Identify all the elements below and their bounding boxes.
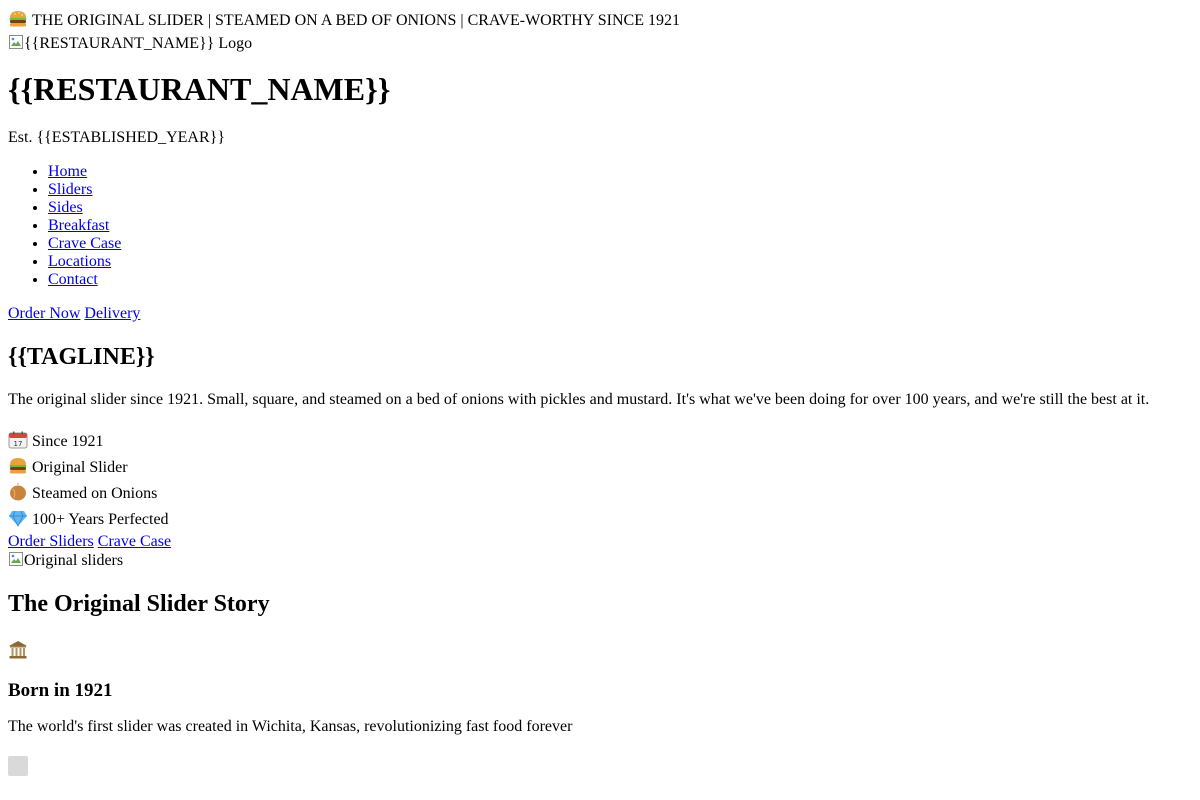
nav-link-crave-case[interactable]: Crave Case	[48, 235, 121, 252]
broken-image-icon	[8, 34, 24, 50]
feature-since: 17 Since 1921	[8, 429, 1192, 455]
order-now-link[interactable]: Order Now	[8, 305, 80, 322]
header-cta-row: Order Now Delivery	[8, 305, 1192, 323]
logo-alt-text: {{RESTAURANT_NAME}} Logo	[24, 35, 253, 52]
nav-link-home[interactable]: Home	[48, 163, 87, 180]
hero-image: Original sliders	[8, 551, 1192, 570]
hero-description: The original slider since 1921. Small, s…	[8, 391, 1150, 408]
nav-item-sliders: Sliders	[48, 181, 1192, 199]
crave-case-link[interactable]: Crave Case	[98, 533, 171, 550]
established-year: Est. {{ESTABLISHED_YEAR}}	[8, 129, 225, 146]
nav-item-home: Home	[48, 163, 1192, 181]
story-title: The Original Slider Story	[8, 591, 270, 617]
broken-image-icon	[8, 551, 24, 567]
nav-item-locations: Locations	[48, 253, 1192, 271]
onion-icon	[8, 483, 28, 501]
nav-item-contact: Contact	[48, 271, 1192, 289]
hero-image-alt: Original sliders	[24, 552, 124, 569]
nav-link-contact[interactable]: Contact	[48, 271, 98, 288]
nav-link-sliders[interactable]: Sliders	[48, 181, 92, 198]
nav-item-crave-case: Crave Case	[48, 235, 1192, 253]
burger-icon	[8, 457, 28, 475]
nav-link-breakfast[interactable]: Breakfast	[48, 217, 109, 234]
nav-item-sides: Sides	[48, 199, 1192, 217]
placeholder-box	[8, 756, 28, 776]
feature-text: Steamed on Onions	[32, 485, 158, 502]
logo: {{RESTAURANT_NAME}} Logo	[8, 34, 1192, 52]
order-sliders-link[interactable]: Order Sliders	[8, 533, 94, 550]
feature-text: Since 1921	[32, 433, 104, 450]
burger-icon	[8, 10, 28, 28]
nav-link-locations[interactable]: Locations	[48, 253, 111, 270]
delivery-link[interactable]: Delivery	[84, 305, 140, 322]
svg-text:17: 17	[14, 440, 23, 448]
restaurant-name: {{RESTAURANT_NAME}}	[8, 71, 391, 107]
story-card-text: The world's first slider was created in …	[8, 718, 573, 735]
feature-text: 100+ Years Perfected	[32, 511, 169, 528]
nav-link-sides[interactable]: Sides	[48, 199, 83, 216]
feature-years-perfected: 100+ Years Perfected	[8, 507, 1192, 533]
feature-original-slider: Original Slider	[8, 455, 1192, 481]
nav-item-breakfast: Breakfast	[48, 217, 1192, 235]
main-nav: Home Sliders Sides Breakfast Crave Case …	[8, 163, 1192, 289]
announcement-bar: THE ORIGINAL SLIDER | STEAMED ON A BED O…	[8, 8, 1192, 34]
hero-tagline: {{TAGLINE}}	[8, 344, 155, 370]
feature-steamed-onions: Steamed on Onions	[8, 481, 1192, 507]
announcement-text: THE ORIGINAL SLIDER | STEAMED ON A BED O…	[32, 12, 680, 29]
story-card-title: Born in 1921	[8, 680, 113, 701]
feature-text: Original Slider	[32, 459, 128, 476]
calendar-icon: 17	[8, 431, 28, 449]
museum-icon-wrap	[8, 638, 1192, 664]
hero-cta-row: Order Sliders Crave Case	[8, 533, 1192, 551]
museum-icon	[8, 640, 28, 659]
diamond-icon	[8, 509, 28, 527]
